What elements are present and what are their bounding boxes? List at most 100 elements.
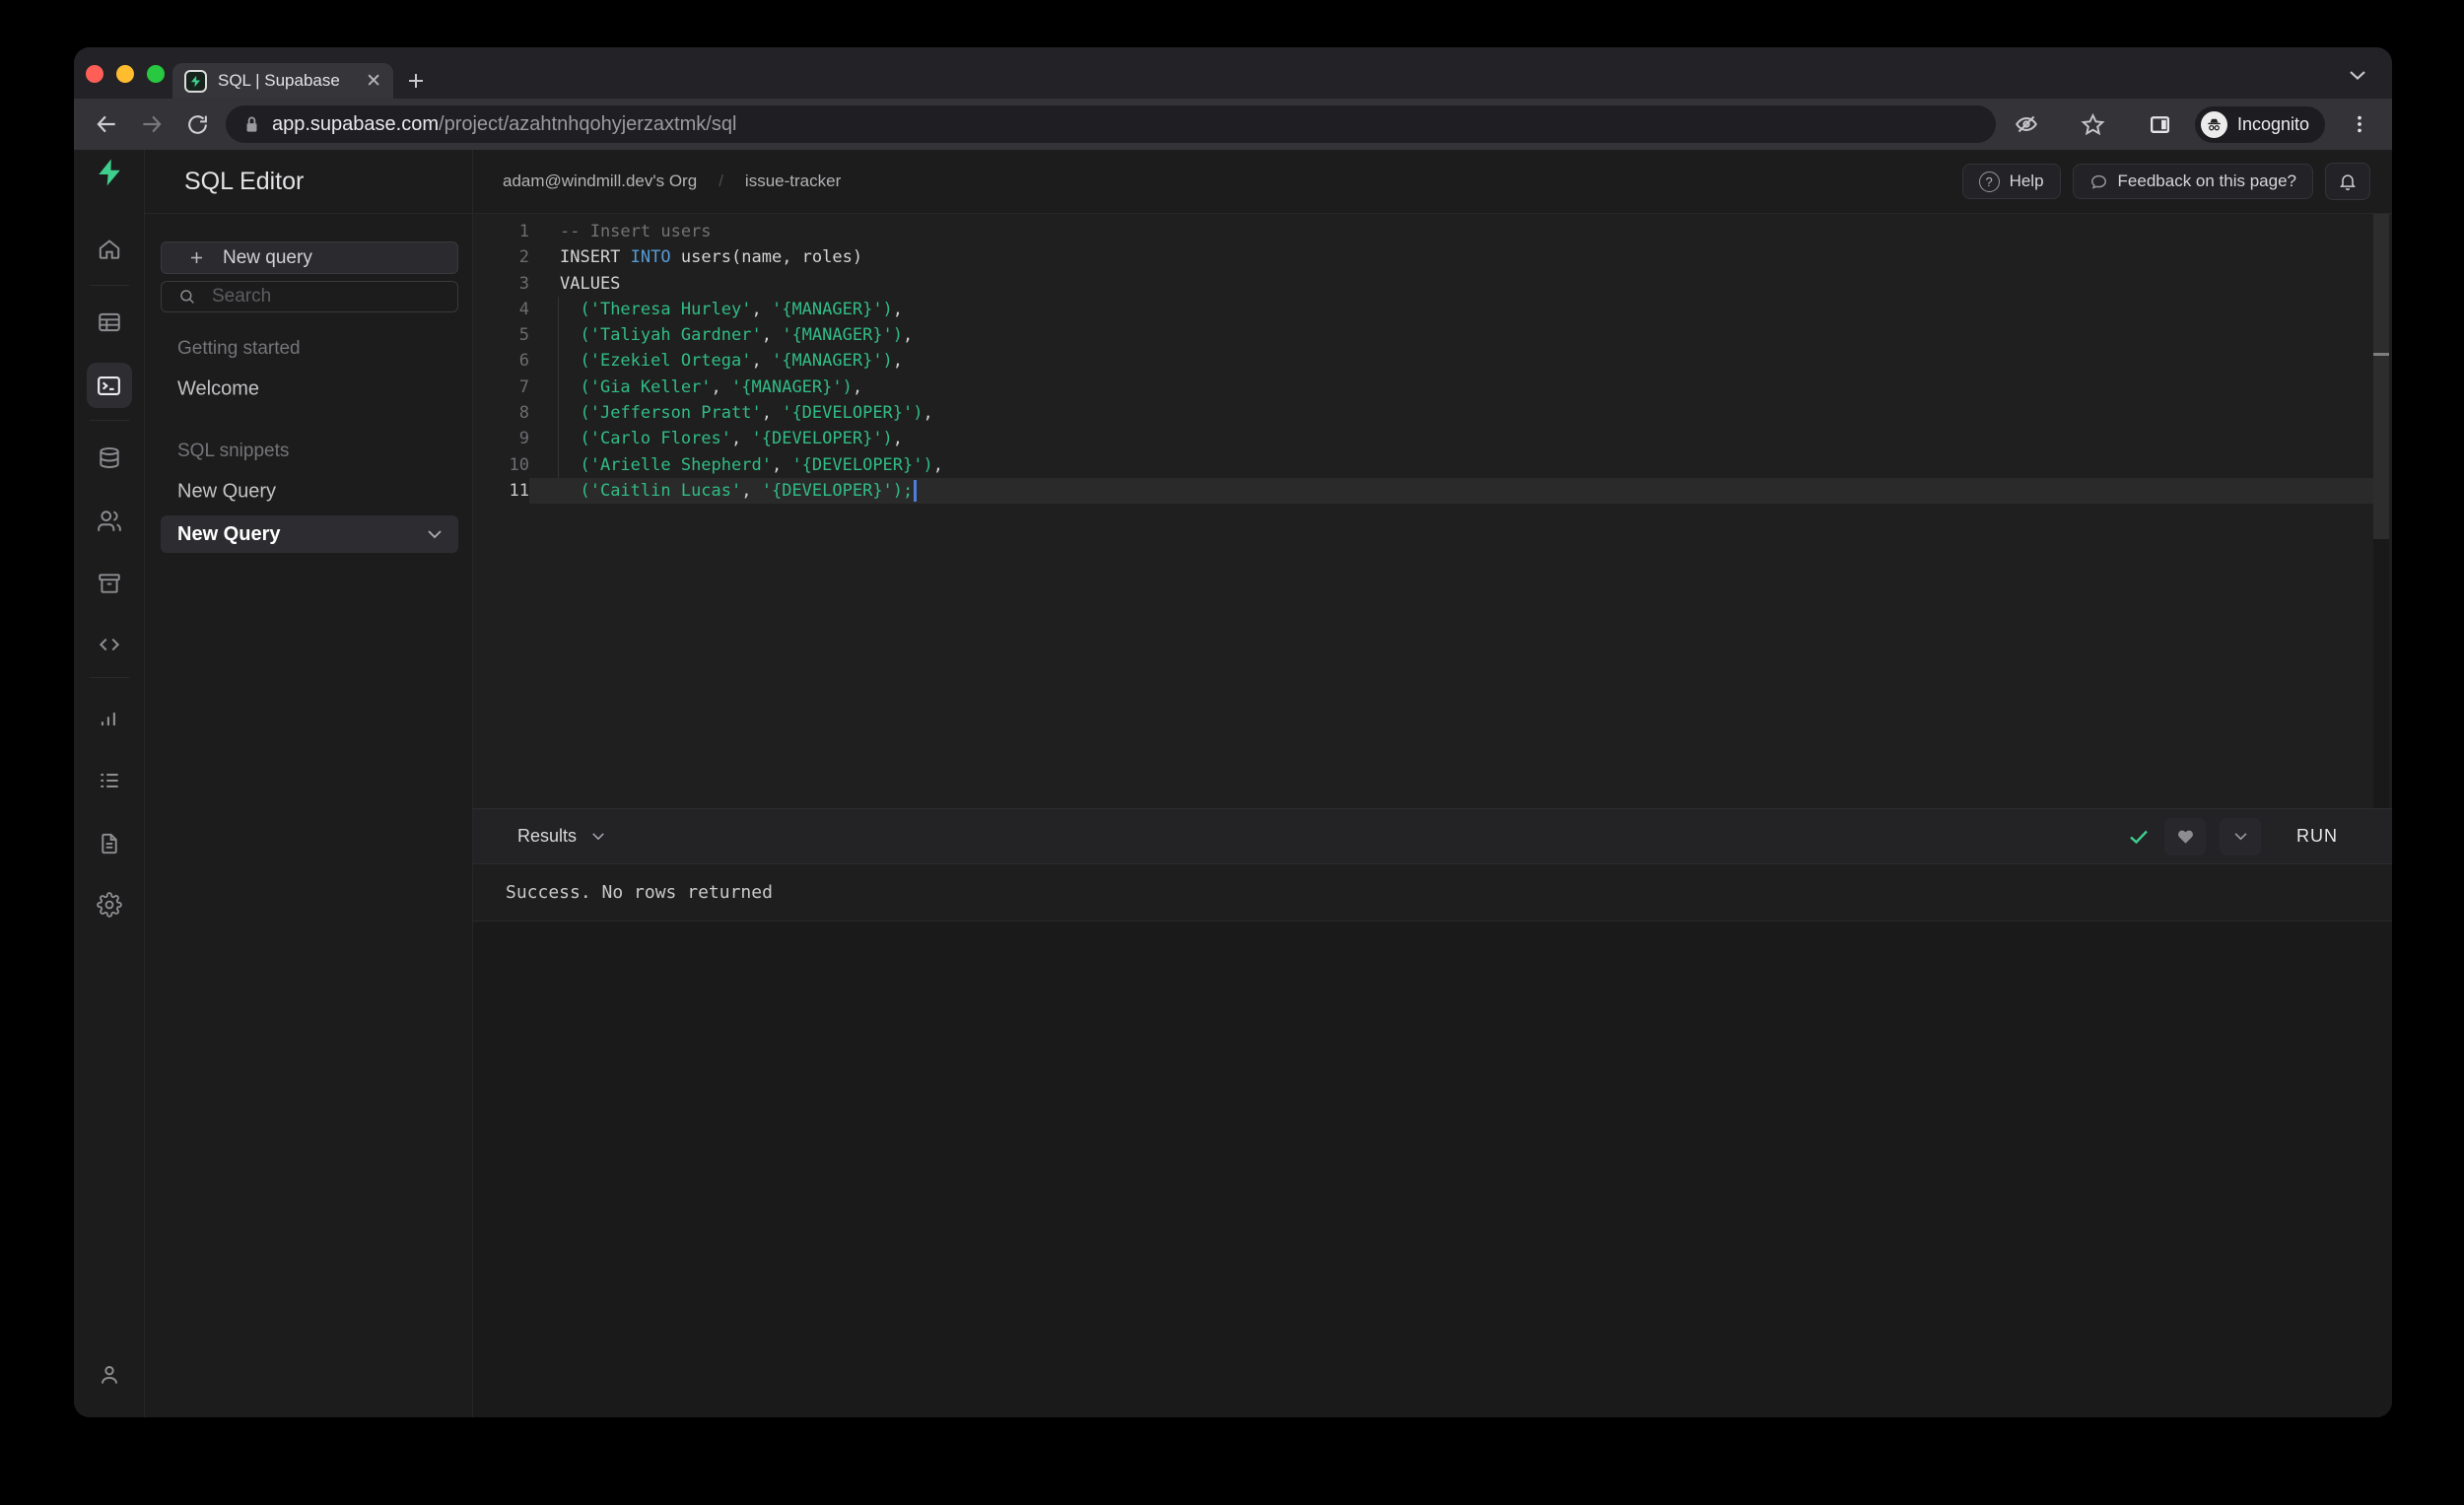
line-content: ('Theresa Hurley', '{MANAGER}'),: [580, 299, 904, 319]
editor-scrollbar[interactable]: [2373, 214, 2389, 808]
nav-divider: [90, 285, 129, 286]
sql-editor-icon[interactable]: [86, 363, 132, 408]
code-line-4[interactable]: 4 ('Theresa Hurley', '{MANAGER}'),: [473, 297, 2392, 322]
bookmark-star-icon[interactable]: [2081, 111, 2106, 137]
nav-divider: [90, 677, 129, 678]
nav-rail: [74, 150, 145, 1417]
settings-gear-icon[interactable]: [87, 882, 132, 927]
help-button-label: Help: [2009, 171, 2044, 190]
logs-list-icon[interactable]: [87, 758, 132, 803]
code-line-6[interactable]: 6 ('Ezekiel Ortega', '{MANAGER}'),: [473, 348, 2392, 374]
favorite-button[interactable]: [2164, 817, 2206, 855]
code-line-9[interactable]: 9 ('Carlo Flores', '{DEVELOPER}'),: [473, 426, 2392, 451]
sidebar-item-new-query[interactable]: New Query: [177, 481, 276, 504]
edge-functions-code-icon[interactable]: [87, 622, 132, 667]
supabase-favicon-icon: [184, 69, 207, 93]
supabase-logo-icon[interactable]: [87, 150, 132, 195]
line-number: 11: [509, 480, 529, 501]
line-number: 6: [518, 351, 529, 372]
chevron-down-icon: [2233, 833, 2247, 841]
breadcrumb-project[interactable]: issue-tracker: [745, 171, 841, 191]
line-content: ('Ezekiel Ortega', '{MANAGER}'),: [580, 351, 904, 372]
code-line-3[interactable]: 3 VALUES: [473, 271, 2392, 297]
api-docs-file-icon[interactable]: [87, 821, 132, 866]
run-options-button[interactable]: [2220, 817, 2261, 855]
section-label-getting-started: Getting started: [177, 338, 301, 359]
new-tab-button[interactable]: [401, 66, 431, 96]
code-line-7[interactable]: 7 ('Gia Keller', '{MANAGER}'),: [473, 375, 2392, 400]
bell-icon: [2340, 174, 2356, 191]
close-window-button[interactable]: [86, 65, 103, 83]
line-content: VALUES: [560, 273, 621, 294]
code-line-1[interactable]: 1 -- Insert users: [473, 219, 2392, 244]
url-text: app.supabase.com/project/azahtnhqohyjerz…: [272, 112, 737, 135]
code-line-11[interactable]: 11 ('Caitlin Lucas', '{DEVELOPER}');: [473, 477, 2392, 505]
speech-bubble-icon: [2090, 174, 2106, 189]
line-content: ('Gia Keller', '{MANAGER}'),: [580, 376, 863, 397]
account-user-icon[interactable]: [87, 1352, 132, 1398]
sidebar-item-welcome[interactable]: Welcome: [177, 378, 259, 401]
sidebar-item-new-query-active[interactable]: New Query: [161, 515, 458, 553]
success-message: Success. No rows returned: [506, 882, 773, 903]
reload-button-icon[interactable]: [184, 111, 210, 137]
line-content: ('Jefferson Pratt', '{DEVELOPER}'),: [580, 403, 933, 424]
lock-icon: [246, 116, 257, 132]
eye-off-icon[interactable]: [2014, 111, 2039, 137]
browser-menu-kebab-icon[interactable]: [2347, 111, 2372, 137]
feedback-button-label: Feedback on this page?: [2117, 171, 2296, 190]
storage-icon[interactable]: [87, 561, 132, 606]
side-panel-icon[interactable]: [2148, 111, 2173, 137]
table-editor-icon[interactable]: [87, 300, 132, 345]
tab-search-chevron-icon[interactable]: [2349, 69, 2366, 81]
results-empty-area: [473, 922, 2392, 1417]
results-label: Results: [517, 826, 578, 846]
line-number: 10: [509, 454, 529, 475]
new-query-button[interactable]: New query: [161, 241, 458, 274]
address-bar[interactable]: app.supabase.com/project/azahtnhqohyjerz…: [226, 105, 1996, 143]
line-number: 8: [518, 403, 529, 424]
incognito-badge[interactable]: Incognito: [2194, 105, 2325, 143]
notifications-button[interactable]: [2325, 163, 2370, 200]
tab-close-icon[interactable]: ✕: [366, 72, 381, 91]
toolbar-right: Incognito: [2014, 105, 2372, 143]
main-panel: adam@windmill.dev's Org / issue-tracker …: [473, 150, 2392, 1417]
sql-editor-sidebar: SQL Editor New query Search Getting star…: [145, 150, 473, 1417]
browser-window: SQL | Supabase ✕ app.supabase.com/projec…: [74, 47, 2392, 1417]
code-line-2[interactable]: 2 INSERT INTO users(name, roles): [473, 244, 2392, 270]
desktop-background: SQL | Supabase ✕ app.supabase.com/projec…: [0, 0, 2464, 1505]
main-header: adam@windmill.dev's Org / issue-tracker …: [473, 150, 2392, 214]
chevron-down-icon[interactable]: [427, 529, 443, 539]
new-query-button-label: New query: [223, 246, 312, 268]
reports-chart-icon[interactable]: [87, 696, 132, 741]
breadcrumb-org[interactable]: adam@windmill.dev's Org: [503, 171, 697, 191]
authentication-users-icon[interactable]: [87, 499, 132, 544]
chevron-down-icon: [592, 833, 604, 841]
code-line-5[interactable]: 5 ('Taliyah Gardner', '{MANAGER}'),: [473, 322, 2392, 348]
results-dropdown[interactable]: Results: [517, 826, 2127, 847]
feedback-button[interactable]: Feedback on this page?: [2072, 164, 2313, 199]
help-button[interactable]: ? Help: [1961, 164, 2061, 199]
sidebar-header: SQL Editor: [145, 150, 472, 214]
maximize-window-button[interactable]: [147, 65, 165, 83]
code-line-8[interactable]: 8 ('Jefferson Pratt', '{DEVELOPER}'),: [473, 400, 2392, 426]
line-content: ('Carlo Flores', '{DEVELOPER}'),: [580, 429, 904, 449]
supabase-app: SQL Editor New query Search Getting star…: [74, 150, 2392, 1417]
line-content: ('Taliyah Gardner', '{MANAGER}'),: [580, 325, 914, 346]
sql-code-editor[interactable]: 1 -- Insert users 2 INSERT INTO users(name,…: [473, 214, 2392, 808]
run-button[interactable]: RUN: [2296, 826, 2338, 847]
database-icon[interactable]: [87, 436, 132, 481]
text-cursor: [914, 479, 917, 502]
line-content: INSERT INTO users(name, roles): [560, 247, 863, 268]
browser-tab[interactable]: SQL | Supabase ✕: [172, 63, 393, 99]
minimize-window-button[interactable]: [116, 65, 134, 83]
incognito-label: Incognito: [2236, 113, 2309, 134]
results-toolbar: Results RUN: [473, 808, 2392, 864]
home-icon[interactable]: [87, 227, 132, 272]
success-check-icon: [2127, 825, 2151, 849]
forward-button-icon[interactable]: [139, 111, 165, 137]
code-line-10[interactable]: 10 ('Arielle Shepherd', '{DEVELOPER}'),: [473, 452, 2392, 478]
editor-scrollbar-slider[interactable]: [2373, 214, 2389, 539]
search-input[interactable]: Search: [161, 281, 458, 312]
back-button-icon[interactable]: [94, 111, 119, 137]
line-number: 3: [518, 273, 529, 294]
